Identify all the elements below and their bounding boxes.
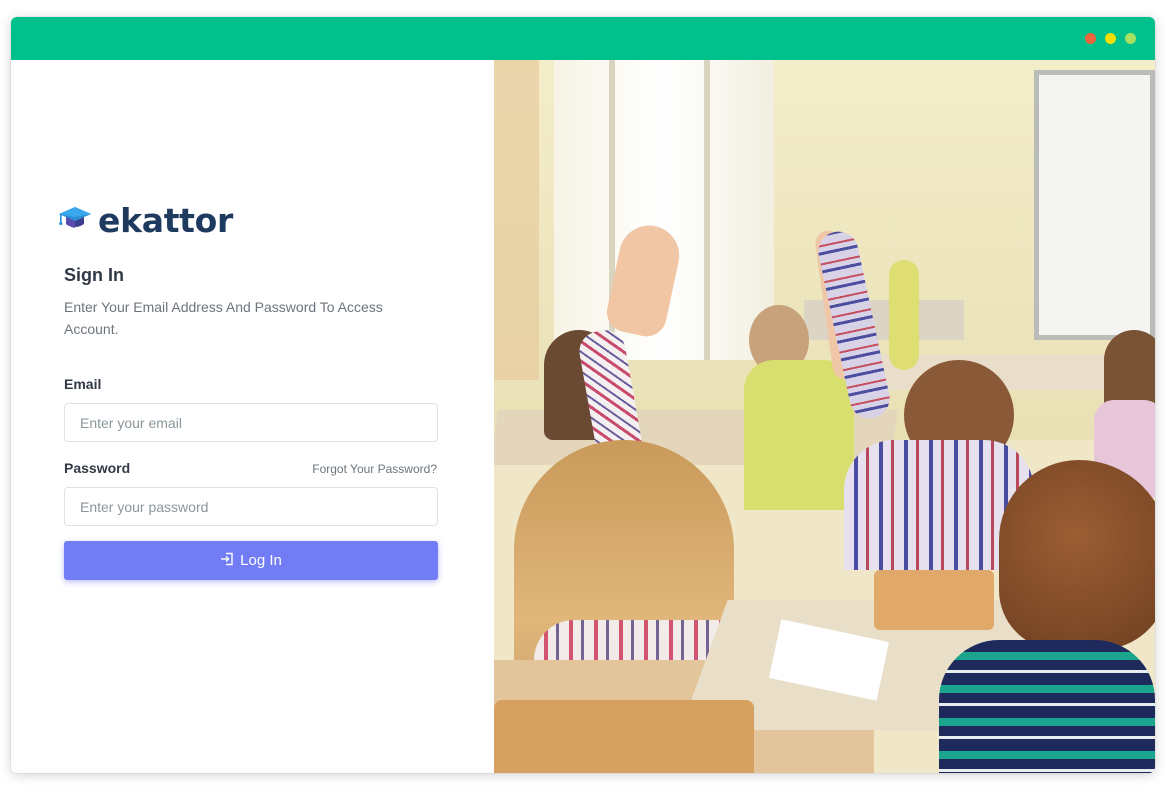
- window-minimize-button[interactable]: [1105, 33, 1116, 44]
- login-button-label: Log In: [240, 552, 282, 569]
- browser-window: ekattor Sign In Enter Your Email Address…: [11, 17, 1155, 773]
- password-input[interactable]: [64, 487, 438, 526]
- forgot-password-link[interactable]: Forgot Your Password?: [312, 462, 437, 476]
- page-subtitle: Enter Your Email Address And Password To…: [64, 299, 383, 337]
- window-controls: [1085, 33, 1136, 44]
- window-titlebar: [11, 17, 1155, 60]
- graduation-cap-icon: [58, 205, 92, 236]
- login-button[interactable]: Log In: [64, 541, 438, 580]
- window-close-button[interactable]: [1085, 33, 1096, 44]
- login-panel: ekattor Sign In Enter Your Email Address…: [11, 60, 494, 773]
- password-label: Password: [64, 460, 131, 476]
- classroom-photo: [494, 60, 1155, 773]
- email-input[interactable]: [64, 403, 438, 442]
- brand-name: ekattor: [98, 201, 233, 240]
- email-label: Email: [64, 376, 102, 392]
- brand-logo[interactable]: ekattor: [58, 201, 233, 240]
- login-icon: [220, 552, 234, 570]
- page-title: Sign In: [64, 265, 124, 285]
- window-maximize-button[interactable]: [1125, 33, 1136, 44]
